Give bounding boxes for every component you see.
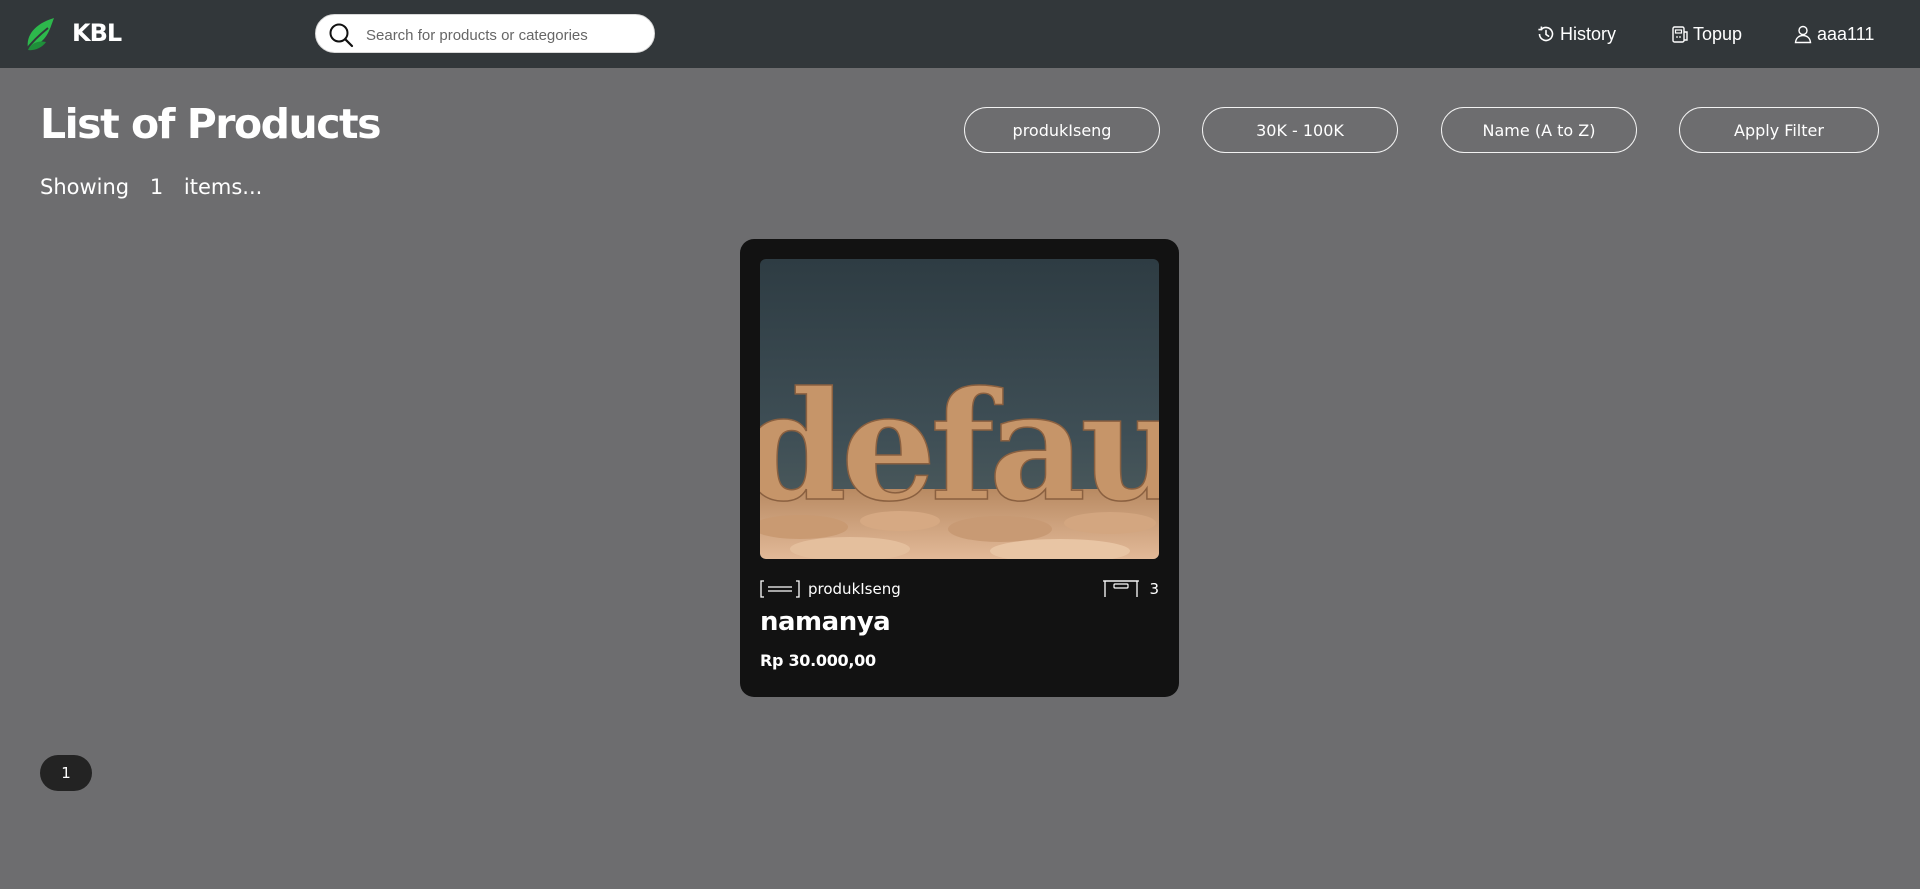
nav-topup-link[interactable]: Topup [1671, 22, 1742, 46]
nav-history-link[interactable]: History [1536, 22, 1616, 46]
product-card[interactable]: defaul produkIseng 3 namanya Rp 30.000,0… [740, 239, 1179, 697]
navbar: KBL History Topup aaa111 [0, 0, 1920, 68]
showing-prefix: Showing [40, 175, 130, 199]
nav-user-link[interactable]: aaa111 [1793, 22, 1874, 46]
apply-filter-button[interactable]: Apply Filter [1679, 107, 1879, 153]
leaf-icon[interactable] [24, 16, 58, 52]
product-image-text: defaul [760, 359, 1159, 535]
history-icon [1538, 26, 1554, 42]
showing-suffix: items... [183, 175, 263, 199]
category-filter-button[interactable]: produkIseng [964, 107, 1160, 153]
nav-history-label: History [1560, 23, 1617, 44]
user-icon [1794, 25, 1812, 44]
brand-name[interactable]: KBL [72, 19, 122, 47]
product-stock-count: 3 [1149, 580, 1159, 598]
nav-user-label: aaa111 [1817, 23, 1875, 44]
nav-topup-label: Topup [1693, 23, 1743, 44]
wallet-icon [1672, 26, 1688, 43]
search-box [315, 14, 655, 53]
page-title: List of Products [40, 100, 382, 148]
product-price: Rp 30.000,00 [760, 651, 876, 670]
product-category: produkIseng [760, 579, 901, 599]
pagination-page-button[interactable]: 1 [40, 755, 92, 791]
category-icon [760, 580, 800, 598]
box-icon [1103, 580, 1140, 597]
sort-filter-button[interactable]: Name (A to Z) [1441, 107, 1637, 153]
product-image: defaul [760, 259, 1159, 559]
search-icon[interactable] [328, 22, 354, 48]
product-name[interactable]: namanya [760, 607, 891, 637]
showing-count: Showing 1 items... [40, 175, 270, 199]
search-input[interactable] [364, 23, 648, 47]
product-stock: 3 [1103, 579, 1159, 599]
showing-number: 1 [149, 175, 164, 199]
product-category-label: produkIseng [808, 580, 901, 598]
price-filter-button[interactable]: 30K - 100K [1202, 107, 1398, 153]
